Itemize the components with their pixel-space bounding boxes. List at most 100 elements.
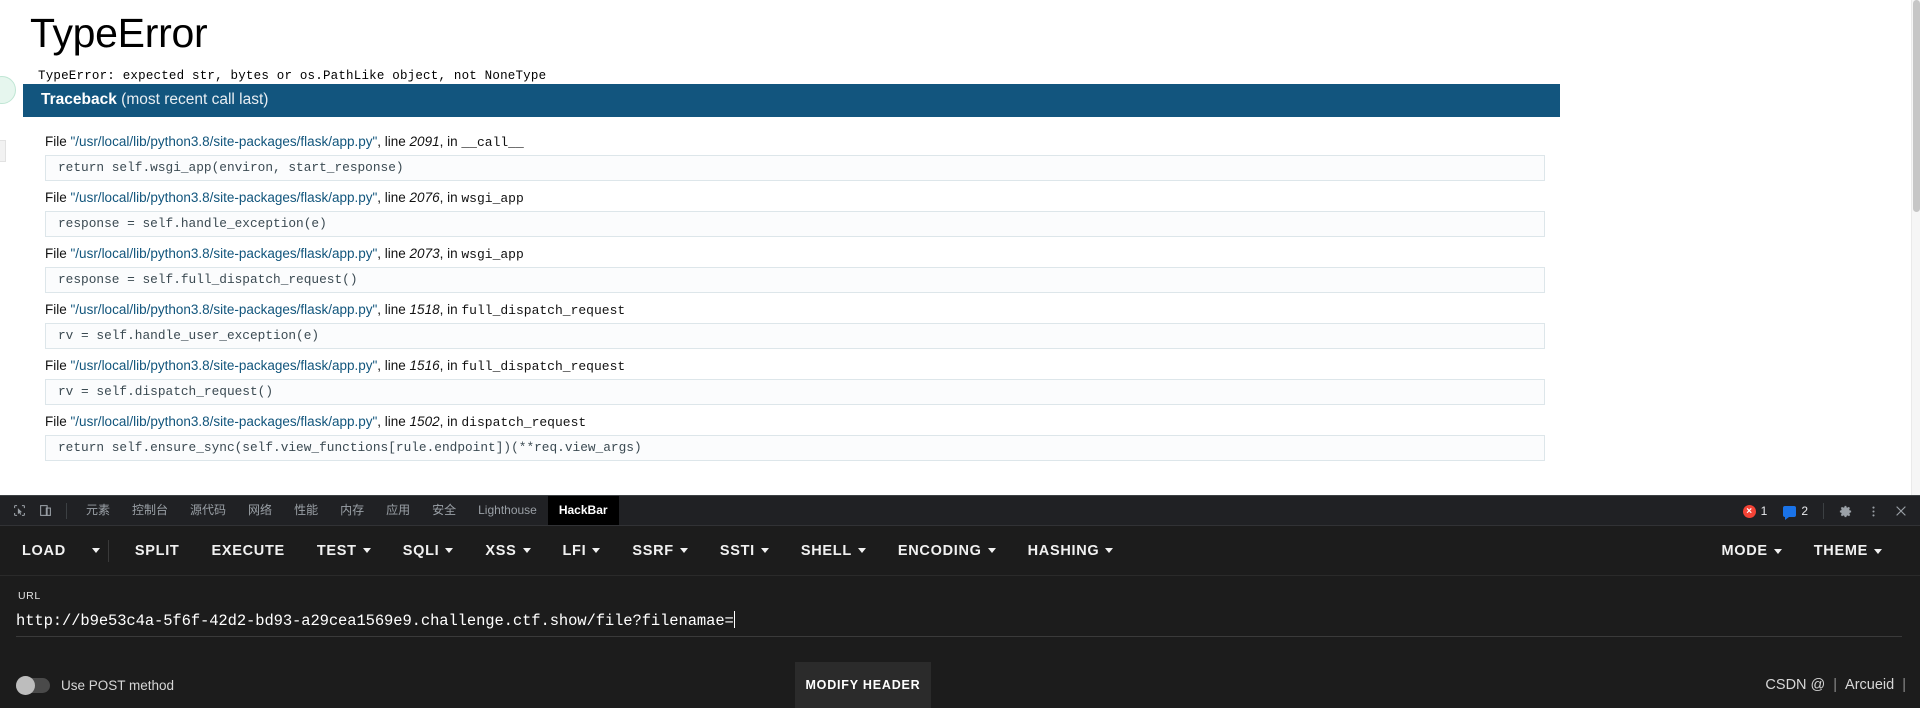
file-path: "/usr/local/lib/python3.8/site-packages/…: [70, 246, 378, 261]
url-input[interactable]: http://b9e53c4a-5f6f-42d2-bd93-a29cea156…: [16, 611, 1902, 637]
devtools-tab[interactable]: 内存: [329, 496, 375, 525]
url-field-label: URL: [18, 590, 41, 602]
flask-debugger-page: TypeError TypeError: expected str, bytes…: [0, 0, 1920, 495]
chevron-down-icon: [987, 548, 996, 553]
devtools-tab[interactable]: 安全: [421, 496, 467, 525]
line-keyword: , line: [377, 302, 410, 317]
traceback-source-line: response = self.full_dispatch_request(): [45, 267, 1545, 293]
file-keyword: File: [45, 134, 71, 149]
devtools-tab[interactable]: Lighthouse: [467, 496, 548, 525]
devtools-tab[interactable]: HackBar: [547, 496, 619, 525]
traceback-source-line: rv = self.dispatch_request(): [45, 379, 1545, 405]
line-keyword: , line: [377, 190, 410, 205]
toggle-switch[interactable]: [16, 675, 50, 695]
chevron-down-icon: [679, 548, 688, 553]
toggle-knob: [16, 675, 35, 695]
chevron-down-icon: [1105, 548, 1114, 553]
in-keyword: , in: [439, 302, 462, 317]
hackbar-menu-item[interactable]: HASHING: [1012, 543, 1130, 559]
hackbar-menu-label: EXECUTE: [211, 542, 285, 559]
hackbar-menu-item[interactable]: XSS: [469, 543, 546, 559]
hackbar-menu-item[interactable]: EXECUTE: [195, 543, 300, 559]
devtools-tab[interactable]: 应用: [375, 496, 421, 525]
watermark-separator: |: [1833, 677, 1838, 693]
mode-menu-button[interactable]: MODE: [1721, 543, 1797, 559]
devtools-tab[interactable]: 性能: [283, 496, 329, 525]
watermark-brand: CSDN @: [1765, 677, 1826, 693]
status-divider: [1823, 503, 1824, 519]
page-content: TypeError TypeError: expected str, bytes…: [0, 0, 1911, 495]
file-keyword: File: [45, 302, 71, 317]
traceback-frame-header: File "/usr/local/lib/python3.8/site-pack…: [23, 297, 1560, 321]
load-dropdown-button[interactable]: [82, 548, 106, 553]
traceback-frame-header: File "/usr/local/lib/python3.8/site-pack…: [23, 241, 1560, 265]
file-keyword: File: [45, 190, 71, 205]
hackbar-menu: LOAD SPLIT EXECUTE TEST SQLI XSS LFI SSRF SSTI SH…: [22, 539, 1130, 562]
text-cursor: [733, 611, 735, 628]
function-name: full_dispatch_request: [461, 303, 626, 318]
traceback-title: Traceback: [41, 91, 117, 108]
url-input-value: http://b9e53c4a-5f6f-42d2-bd93-a29cea156…: [16, 612, 734, 630]
devtools-tab[interactable]: 控制台: [121, 496, 179, 525]
message-icon: [1783, 505, 1797, 520]
toolbar-divider: [66, 502, 67, 519]
function-name: dispatch_request: [461, 415, 587, 430]
hackbar-menu-item[interactable]: SSTI: [704, 543, 785, 559]
device-toolbar-icon[interactable]: [32, 498, 58, 524]
function-name: wsgi_app: [461, 247, 524, 262]
traceback-frame-header: File "/usr/local/lib/python3.8/site-pack…: [23, 129, 1560, 153]
chevron-down-icon: [91, 548, 100, 553]
page-scrollbar-thumb[interactable]: [1913, 0, 1920, 212]
hackbar-menu-label: XSS: [485, 542, 517, 559]
line-number: 1516: [409, 358, 440, 373]
function-name: wsgi_app: [461, 191, 524, 206]
devtools-tab[interactable]: 元素: [75, 496, 121, 525]
hackbar-menu-item[interactable]: TEST: [301, 543, 387, 559]
message-count-label: 2: [1801, 504, 1808, 518]
devtools-tab-bar: 元素 控制台 源代码 网络 性能 内存 应用 安全 Lighthouse HackBar × 1 …: [0, 496, 1920, 534]
close-icon[interactable]: [1888, 498, 1914, 524]
chevron-down-icon: [1874, 548, 1882, 554]
line-keyword: , line: [377, 246, 410, 261]
traceback-source-line: return self.ensure_sync(self.view_functi…: [45, 435, 1545, 461]
hackbar-menu-label: SSRF: [632, 542, 674, 559]
file-path: "/usr/local/lib/python3.8/site-packages/…: [70, 358, 378, 373]
hackbar-right-menu: MODE THEME: [1721, 526, 1898, 576]
error-count-badge[interactable]: × 1: [1736, 502, 1775, 520]
watermark-user: Arcueid: [1845, 677, 1895, 693]
line-number: 2076: [409, 190, 440, 205]
modify-header-button[interactable]: MODIFY HEADER: [795, 662, 931, 708]
settings-gear-icon[interactable]: [1832, 498, 1858, 524]
in-keyword: , in: [439, 190, 462, 205]
hackbar-menu-label: SHELL: [800, 542, 852, 559]
more-options-icon[interactable]: [1860, 498, 1886, 524]
use-post-method-label: Use POST method: [61, 677, 175, 693]
function-name: __call__: [461, 135, 524, 150]
inspect-element-icon[interactable]: [6, 498, 32, 524]
hackbar-menu-item[interactable]: SPLIT: [119, 543, 196, 559]
devtools-tab[interactable]: 网络: [237, 496, 283, 525]
devtools-status-area: × 1 2: [1736, 496, 1914, 526]
hackbar-toolbar: LOAD SPLIT EXECUTE TEST SQLI XSS LFI SSRF SSTI SH…: [0, 526, 1920, 576]
file-keyword: File: [45, 414, 71, 429]
hackbar-menu-label: HASHING: [1027, 542, 1100, 559]
file-path: "/usr/local/lib/python3.8/site-packages/…: [70, 190, 378, 205]
hackbar-menu-item[interactable]: SSRF: [616, 543, 703, 559]
use-post-method-toggle[interactable]: Use POST method: [0, 675, 175, 695]
hackbar-menu-item[interactable]: SQLI: [387, 543, 470, 559]
hackbar-menu-item[interactable]: LFI: [547, 543, 617, 559]
hackbar-menu-label: TEST: [316, 542, 357, 559]
hackbar-menu-item[interactable]: ENCODING: [882, 543, 1012, 559]
devtools-tab[interactable]: 源代码: [179, 496, 237, 525]
theme-menu-button[interactable]: THEME: [1798, 543, 1898, 559]
in-keyword: , in: [439, 246, 462, 261]
traceback-subtitle: (most recent call last): [121, 91, 269, 108]
hackbar-menu-item[interactable]: LOAD: [22, 543, 82, 559]
file-keyword: File: [45, 246, 71, 261]
chevron-down-icon: [1773, 548, 1782, 554]
theme-label: THEME: [1813, 543, 1868, 559]
hackbar-menu-item[interactable]: SHELL: [785, 543, 882, 559]
message-count-badge[interactable]: 2: [1776, 502, 1815, 520]
traceback-frame: File "/usr/local/lib/python3.8/site-pack…: [23, 241, 1560, 297]
page-scrollbar[interactable]: [1911, 0, 1920, 495]
